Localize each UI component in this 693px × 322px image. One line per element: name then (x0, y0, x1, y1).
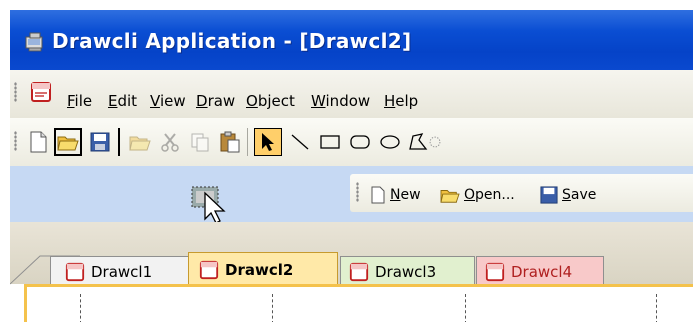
new-icon (30, 131, 47, 153)
toolbar-separator (247, 128, 248, 156)
select-arrow-icon (262, 133, 274, 151)
menu-object[interactable]: Object (246, 92, 295, 110)
menu-object-mnemonic: O (246, 92, 258, 110)
save-icon (540, 186, 558, 204)
save-button[interactable] (86, 128, 114, 156)
menu-draw-rest: raw (207, 92, 236, 110)
document-icon (65, 262, 85, 281)
new-icon (371, 186, 385, 204)
canvas-grid-line (80, 294, 81, 322)
paste-icon (220, 131, 240, 153)
open-command-mnemonic: O (464, 187, 476, 203)
menu-edit-rest: dit (117, 92, 138, 110)
save-command-rest: ave (570, 187, 597, 203)
menu-view-rest: iew (159, 92, 186, 110)
menu-edit[interactable]: Edit (108, 92, 137, 110)
new-command-rest: ew (400, 187, 421, 203)
open-icon (57, 136, 79, 151)
application-window: Drawcli Application - [Drawcl2] File Edi… (10, 10, 693, 322)
menu-view-mnemonic: V (150, 92, 160, 110)
menu-draw-mnemonic: D (196, 92, 208, 110)
tab-label: Drawcl1 (91, 262, 153, 281)
tab-label: Drawcl4 (511, 262, 573, 281)
open-icon (440, 190, 460, 203)
polygon-icon (409, 133, 428, 150)
window-title: Drawcli Application - [Drawcl2] (52, 29, 412, 53)
more-tools-button[interactable] (428, 128, 442, 156)
floating-toolbar-grip-icon[interactable] (356, 182, 359, 202)
new-command-mnemonic: N (390, 187, 401, 203)
rounded-rectangle-tool-button[interactable] (346, 128, 374, 156)
rectangle-tool-button[interactable] (316, 128, 344, 156)
menu-file-rest: ile (74, 92, 93, 110)
tab-drawcl4[interactable]: Drawcl4 (476, 256, 604, 286)
ellipse-icon (380, 135, 400, 149)
new-command-button[interactable]: New (370, 186, 421, 204)
document-icon (199, 260, 219, 279)
new-button[interactable] (24, 128, 52, 156)
open-button-disabled[interactable] (126, 128, 154, 156)
document-icon (349, 262, 369, 281)
menu-view[interactable]: View (150, 92, 186, 110)
tab-drawcl1[interactable]: Drawcl1 (50, 256, 198, 286)
save-command-mnemonic: S (562, 187, 571, 203)
menu-draw[interactable]: Draw (196, 92, 235, 110)
menu-file-mnemonic: F (67, 92, 75, 110)
paste-button[interactable] (216, 128, 244, 156)
document-icon (485, 262, 505, 281)
menu-file[interactable]: File (67, 92, 92, 110)
menubar-grip-icon[interactable] (14, 82, 17, 102)
open-icon (129, 136, 151, 151)
document-icon (31, 82, 51, 102)
app-icon (25, 32, 43, 52)
document-canvas[interactable] (24, 284, 693, 322)
menu-help[interactable]: Help (384, 92, 418, 110)
cut-button[interactable] (156, 128, 184, 156)
copy-icon (191, 133, 209, 152)
open-command-rest: pen... (475, 187, 515, 203)
menu-object-rest: bject (257, 92, 295, 110)
rectangle-icon (320, 135, 340, 149)
select-tool-button[interactable] (254, 128, 282, 156)
save-icon (90, 132, 110, 152)
tab-label: Drawcl2 (225, 260, 294, 279)
canvas-grid-line (272, 294, 273, 322)
toolbar-grip-icon[interactable] (14, 131, 17, 151)
line-icon (291, 134, 309, 150)
menu-window-rest: indow (325, 92, 371, 110)
tab-drawcl3[interactable]: Drawcl3 (340, 256, 475, 286)
line-tool-button[interactable] (286, 128, 314, 156)
open-button[interactable] (54, 128, 82, 156)
lasso-icon (429, 136, 441, 148)
ellipse-tool-button[interactable] (376, 128, 404, 156)
cut-icon (161, 133, 179, 152)
copy-button[interactable] (186, 128, 214, 156)
save-command-button[interactable]: Save (540, 186, 596, 204)
menu-window[interactable]: Window (311, 92, 370, 110)
tab-label: Drawcl3 (375, 262, 437, 281)
tab-drawcl2[interactable]: Drawcl2 (188, 252, 338, 286)
menu-window-mnemonic: W (311, 92, 326, 110)
menu-help-rest: elp (395, 92, 419, 110)
text-cursor-icon (118, 128, 120, 156)
canvas-grid-line (656, 294, 657, 322)
canvas-grid-line (465, 294, 466, 322)
menu-help-mnemonic: H (384, 92, 396, 110)
open-command-button[interactable]: Open... (440, 186, 515, 204)
rounded-rectangle-icon (350, 135, 370, 149)
